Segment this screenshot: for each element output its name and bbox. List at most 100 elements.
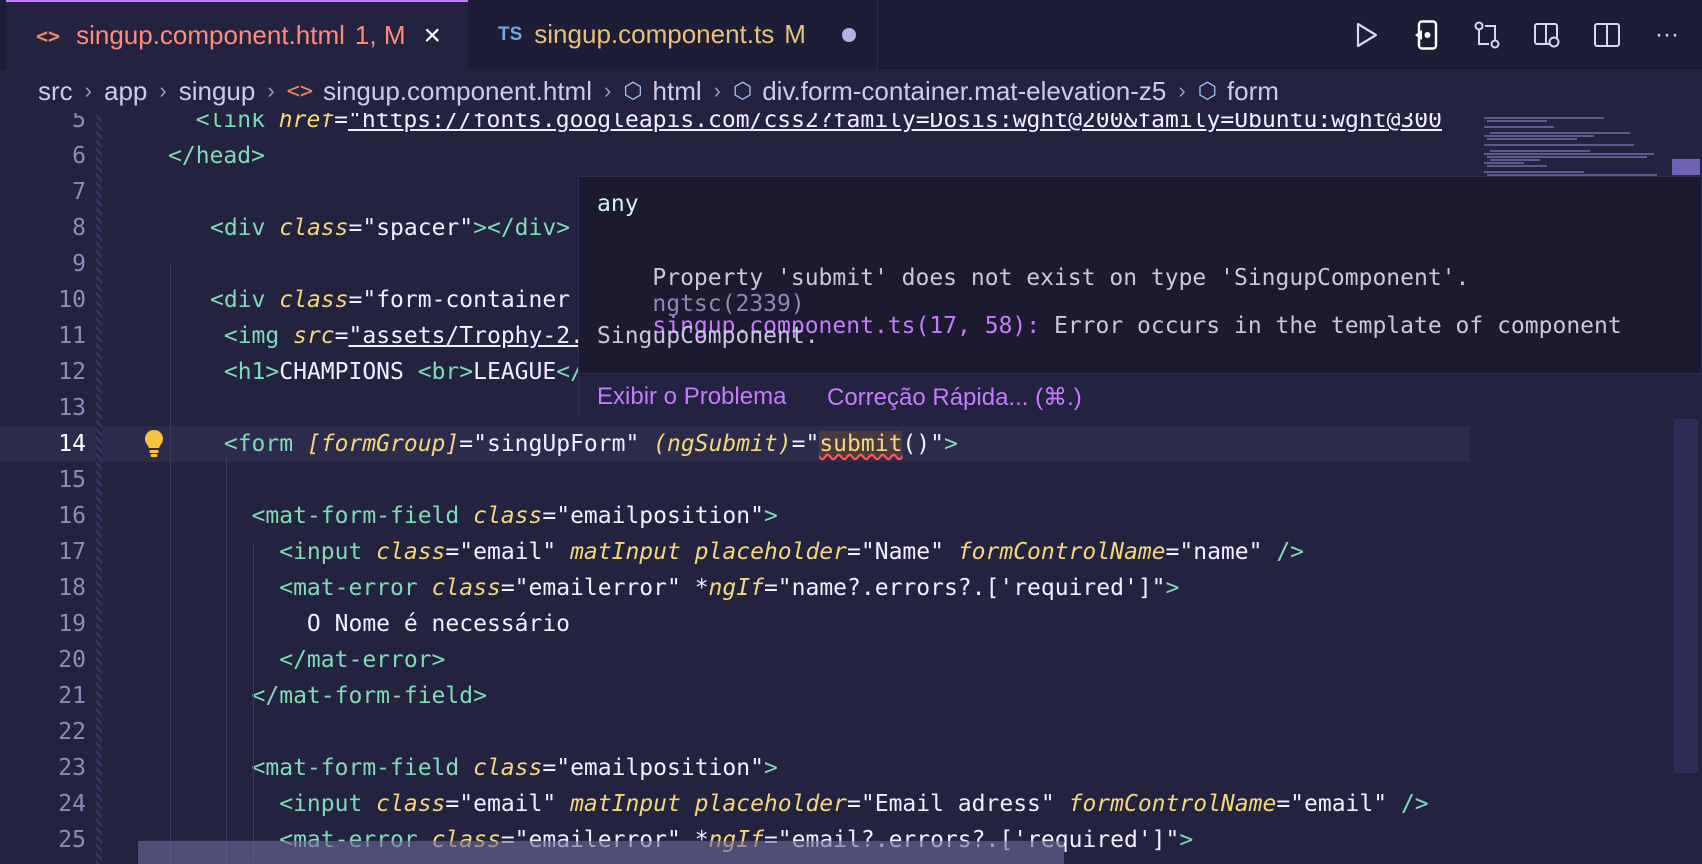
code-token: = bbox=[500, 575, 515, 601]
device-icon[interactable] bbox=[1412, 19, 1442, 50]
chevron-right-icon: › bbox=[713, 78, 721, 103]
code-token: class bbox=[376, 791, 446, 817]
code-line[interactable]: 23 <mat-form-field class="emailposition"… bbox=[0, 750, 1470, 786]
run-icon[interactable] bbox=[1352, 20, 1382, 50]
breadcrumb-item-singup[interactable]: singup bbox=[179, 76, 256, 107]
code-token: <form bbox=[210, 431, 307, 457]
line-number: 6 bbox=[72, 143, 86, 169]
code-token: </mat-error> bbox=[210, 647, 446, 673]
code-token: = bbox=[445, 791, 460, 817]
code-line[interactable]: 5 <link href="https://fonts.googleapis.c… bbox=[0, 113, 1470, 138]
code-token: "emailposition" bbox=[556, 503, 764, 529]
code-token: > bbox=[1179, 827, 1194, 853]
code-token: class bbox=[279, 215, 349, 241]
code-token: > bbox=[763, 503, 778, 529]
editor-layout-icon[interactable] bbox=[1592, 20, 1622, 50]
code-line[interactable]: 18 <mat-error class="emailerror" *ngIf="… bbox=[0, 570, 1470, 606]
code-token: = bbox=[459, 431, 474, 457]
code-line[interactable]: 6 </head> bbox=[0, 138, 1470, 174]
symbol-element-icon: ⬡ bbox=[1197, 78, 1217, 104]
code-line[interactable]: 19 O Nome é necessário bbox=[0, 606, 1470, 642]
code-token: <br> bbox=[417, 359, 474, 385]
tab-label: singup.component.html bbox=[76, 20, 345, 50]
minimap-line bbox=[1487, 120, 1547, 122]
code-token: href bbox=[278, 113, 335, 133]
code-token: = bbox=[542, 503, 557, 529]
line-number: 8 bbox=[72, 215, 86, 241]
code-token: <input bbox=[210, 791, 377, 817]
code-line[interactable]: 14 <form [formGroup]="singUpForm" (ngSub… bbox=[0, 426, 1470, 462]
code-token: formControlName bbox=[1068, 791, 1277, 817]
chevron-right-icon: › bbox=[267, 78, 275, 103]
lightbulb-icon[interactable] bbox=[143, 429, 165, 459]
breadcrumb-item-html[interactable]: html bbox=[653, 76, 702, 107]
line-number: 10 bbox=[58, 287, 86, 313]
code-text: <mat-error class="emailerror" *ngIf="nam… bbox=[210, 575, 1179, 601]
tab-bar: <> singup.component.html 1, M × TS singu… bbox=[0, 0, 1702, 69]
code-text: <form [formGroup]="singUpForm" (ngSubmit… bbox=[210, 431, 958, 457]
code-token: O Nome é necessário bbox=[210, 611, 571, 637]
minimap-line bbox=[1484, 135, 1594, 137]
code-token: > bbox=[1165, 575, 1180, 601]
code-token: "singUpForm" bbox=[473, 431, 654, 457]
code-token: <mat-error bbox=[210, 575, 432, 601]
view-problem-link[interactable]: Exibir o Problema bbox=[597, 383, 786, 411]
unsaved-dot-icon[interactable] bbox=[841, 27, 856, 42]
line-number: 15 bbox=[58, 467, 86, 493]
code-text: O Nome é necessário bbox=[210, 611, 570, 637]
minimap-line bbox=[1490, 150, 1590, 152]
line-number: 11 bbox=[58, 323, 86, 349]
tab-singup-component-ts[interactable]: TS singup.component.ts M bbox=[470, 0, 878, 69]
code-text: <div class="spacer"></div> bbox=[210, 215, 570, 241]
code-token: (ngSubmit) bbox=[653, 431, 792, 457]
code-token: "email" bbox=[459, 791, 571, 817]
code-line[interactable]: 16 <mat-form-field class="emailposition"… bbox=[0, 498, 1470, 534]
line-number: 24 bbox=[58, 791, 86, 817]
code-line[interactable]: 17 <input class="email" matInput placeho… bbox=[0, 534, 1470, 570]
code-token: <h1> bbox=[210, 359, 280, 385]
code-token: class bbox=[473, 503, 543, 529]
breadcrumb-item-app[interactable]: app bbox=[104, 76, 147, 107]
indent-guide bbox=[226, 453, 227, 864]
code-token: <div bbox=[210, 287, 280, 313]
code-token: "name" bbox=[1179, 539, 1277, 565]
line-number: 19 bbox=[58, 611, 86, 637]
code-token: ()" bbox=[902, 431, 944, 457]
minimap-line bbox=[1484, 117, 1604, 119]
code-line[interactable]: 21 </mat-form-field> bbox=[0, 678, 1470, 714]
code-line[interactable]: 15 bbox=[0, 462, 1470, 498]
quick-fix-link[interactable]: Correção Rápida... (⌘.) bbox=[827, 383, 1082, 412]
code-text: </mat-error> bbox=[210, 647, 445, 673]
code-token: = bbox=[348, 215, 363, 241]
code-line[interactable]: 22 bbox=[0, 714, 1470, 750]
code-token: = bbox=[334, 113, 349, 133]
split-editor-icon[interactable] bbox=[1532, 20, 1562, 50]
hover-tooltip: any Property 'submit' does not exist on … bbox=[578, 176, 1702, 419]
more-icon[interactable]: ··· bbox=[1652, 20, 1682, 50]
code-token: class bbox=[431, 575, 501, 601]
minimap-slider[interactable] bbox=[1672, 159, 1700, 175]
line-number: 13 bbox=[58, 395, 86, 421]
breadcrumb-item-div[interactable]: div.form-container.mat-elevation-z5 bbox=[762, 76, 1166, 107]
hover-ref-text-cont: SingupComponent. bbox=[597, 323, 819, 349]
code-line[interactable]: 24 <input class="email" matInput placeho… bbox=[0, 786, 1470, 822]
close-icon[interactable]: × bbox=[424, 20, 442, 51]
line-number: 21 bbox=[58, 683, 86, 709]
gutter-change-indicator bbox=[96, 113, 102, 864]
code-token: </mat-form-field> bbox=[210, 683, 487, 709]
code-token: <input bbox=[210, 539, 377, 565]
minimap-line bbox=[1484, 171, 1584, 173]
code-line[interactable]: 20 </mat-error> bbox=[0, 642, 1470, 678]
breadcrumb-item-file[interactable]: singup.component.html bbox=[323, 76, 592, 107]
minimap-line bbox=[1487, 138, 1577, 140]
breadcrumb-item-src[interactable]: src bbox=[38, 76, 73, 107]
tab-singup-component-html[interactable]: <> singup.component.html 1, M × bbox=[6, 0, 468, 69]
breadcrumb: src › app › singup › <> singup.component… bbox=[0, 69, 1702, 113]
code-token: [formGroup] bbox=[306, 431, 460, 457]
code-token: src bbox=[293, 323, 335, 349]
tab-status: 1, M bbox=[354, 20, 406, 50]
line-number: 9 bbox=[72, 251, 86, 277]
breadcrumb-item-form[interactable]: form bbox=[1227, 76, 1279, 107]
horizontal-scrollbar[interactable] bbox=[138, 841, 1064, 864]
git-compare-icon[interactable] bbox=[1472, 20, 1502, 50]
